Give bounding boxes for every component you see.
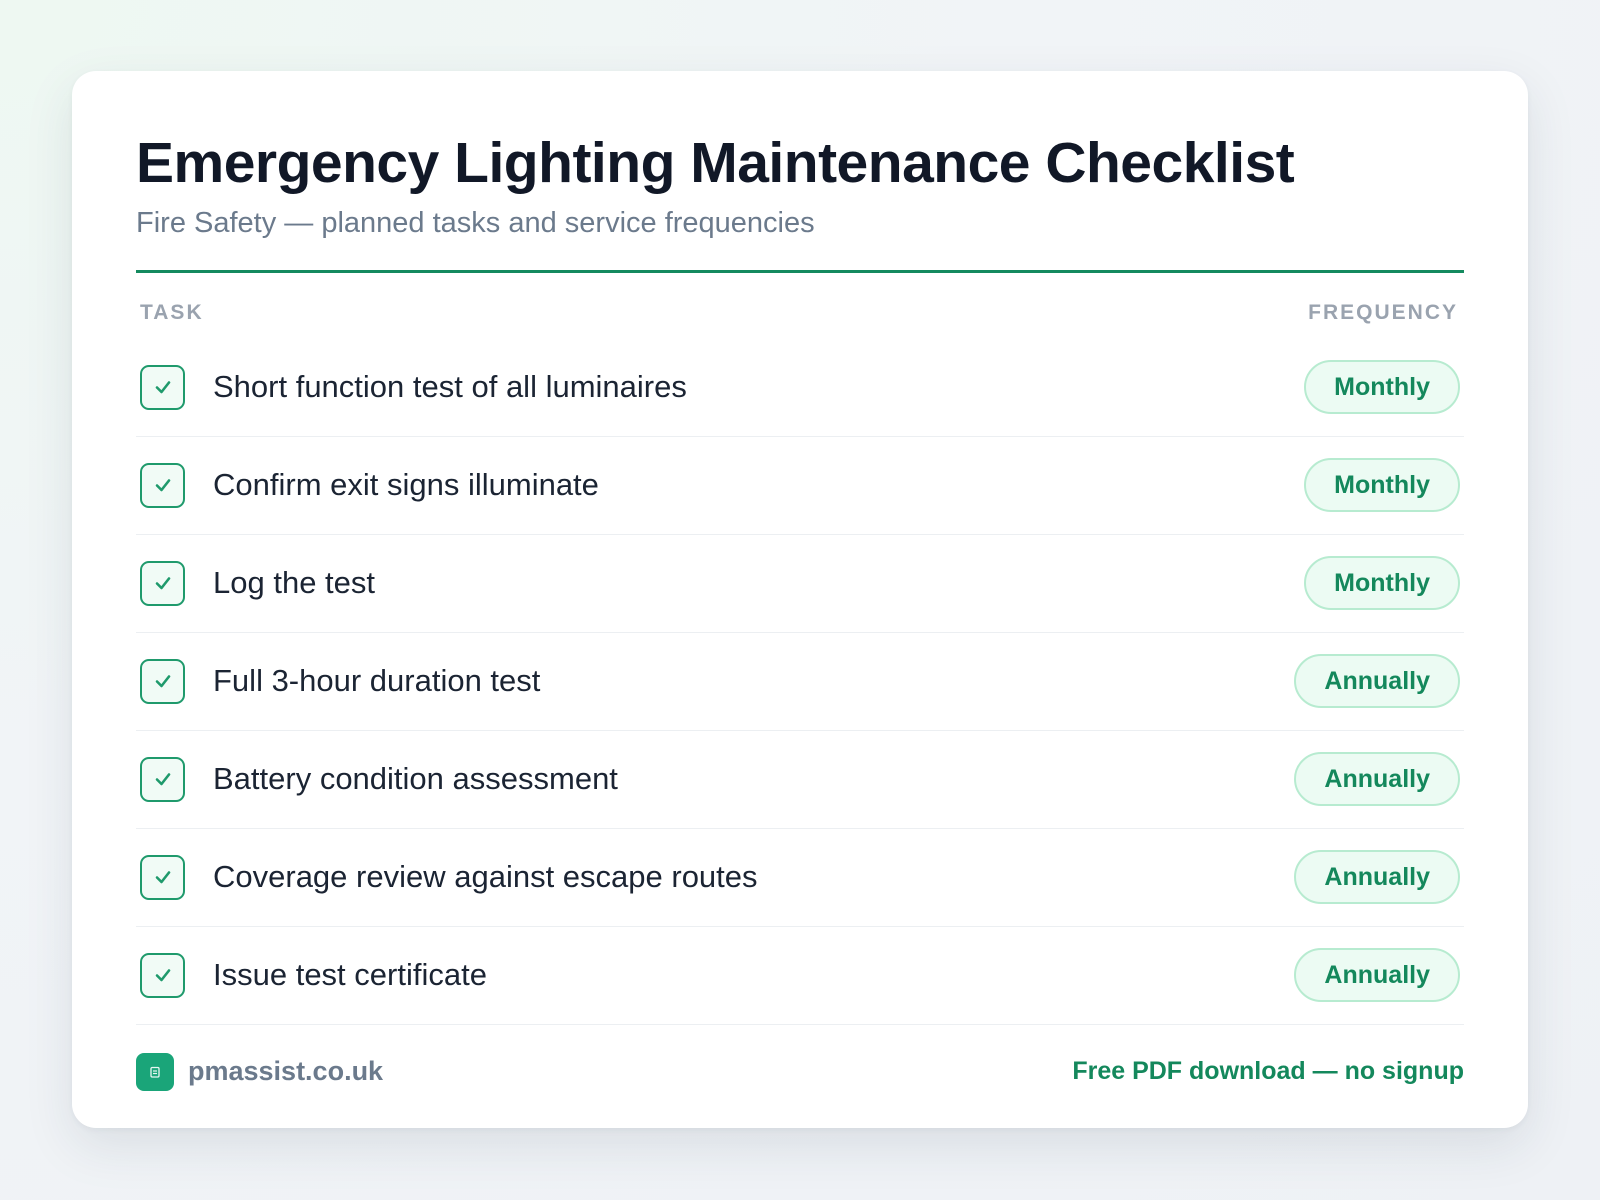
task-row: Coverage review against escape routes An… <box>136 829 1464 927</box>
frequency-badge: Monthly <box>1304 556 1460 611</box>
task-label: Short function test of all luminaires <box>213 369 687 405</box>
check-icon <box>155 773 170 786</box>
brand[interactable]: pmassist.co.uk <box>136 1052 384 1091</box>
frequency-badge: Monthly <box>1304 458 1460 513</box>
title-divider <box>136 269 1464 273</box>
task-column-header: TASK <box>140 300 204 324</box>
checklist-card: Emergency Lighting Maintenance Checklist… <box>72 71 1528 1128</box>
task-row: Full 3-hour duration test Annually <box>136 633 1464 731</box>
task-label: Full 3-hour duration test <box>213 663 541 699</box>
task-checkbox[interactable] <box>140 756 185 802</box>
task-label: Log the test <box>213 565 376 601</box>
check-icon <box>155 381 170 394</box>
task-checkbox[interactable] <box>140 462 185 508</box>
brand-name: pmassist.co.uk <box>188 1056 384 1087</box>
frequency-badge: Annually <box>1294 752 1460 807</box>
task-checkbox[interactable] <box>140 658 185 704</box>
frequency-badge: Annually <box>1294 654 1460 709</box>
logo-icon <box>136 1052 174 1091</box>
card-footer: pmassist.co.uk Free PDF download — no si… <box>136 1052 1464 1091</box>
task-label: Confirm exit signs illuminate <box>213 467 599 503</box>
task-label: Coverage review against escape routes <box>213 859 758 895</box>
task-checkbox[interactable] <box>140 854 185 900</box>
task-list: Short function test of all luminaires Mo… <box>136 339 1464 1025</box>
frequency-badge: Annually <box>1294 948 1460 1003</box>
task-label: Battery condition assessment <box>213 761 618 797</box>
frequency-column-header: FREQUENCY <box>1308 300 1458 324</box>
frequency-badge: Annually <box>1294 850 1460 905</box>
task-row: Confirm exit signs illuminate Monthly <box>136 437 1464 535</box>
task-row: Issue test certificate Annually <box>136 927 1464 1025</box>
task-row: Short function test of all luminaires Mo… <box>136 339 1464 437</box>
task-row: Battery condition assessment Annually <box>136 731 1464 829</box>
check-icon <box>155 871 170 884</box>
download-link[interactable]: Free PDF download — no signup <box>1072 1057 1464 1086</box>
task-checkbox[interactable] <box>140 952 185 998</box>
page-subtitle: Fire Safety — planned tasks and service … <box>136 206 815 239</box>
task-checkbox[interactable] <box>140 364 185 410</box>
check-icon <box>155 479 170 492</box>
check-icon <box>155 577 170 590</box>
check-icon <box>155 969 170 982</box>
column-headers: TASK FREQUENCY <box>136 301 1464 325</box>
task-label: Issue test certificate <box>213 957 487 993</box>
task-row: Log the test Monthly <box>136 535 1464 633</box>
frequency-badge: Monthly <box>1304 360 1460 415</box>
task-checkbox[interactable] <box>140 560 185 606</box>
page-title: Emergency Lighting Maintenance Checklist <box>136 131 1295 195</box>
check-icon <box>155 675 170 688</box>
